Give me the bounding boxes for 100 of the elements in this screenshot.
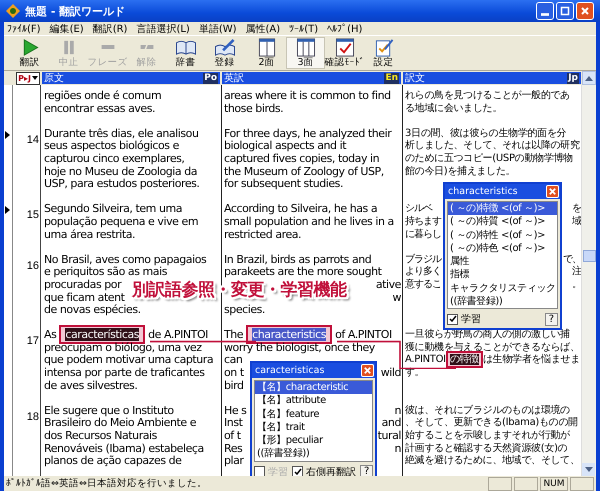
status-panel: NUM — [540, 476, 568, 490]
text-line: seus aspectos biológicos e — [44, 140, 179, 153]
text-fragment: w — [392, 292, 401, 304]
alternative-item[interactable]: 【名】feature — [255, 408, 372, 421]
menu-item[interactable]: 単語(W) — [198, 22, 237, 36]
text-line: encontrar essas aves. — [44, 102, 156, 116]
alternative-item[interactable]: 【名】attribute — [255, 394, 372, 408]
menu-item[interactable]: 言語選択(L) — [136, 22, 190, 36]
text-line: uma área restrita. — [44, 228, 136, 242]
text-fragment: Inst — [224, 417, 242, 430]
text-fragment: and — [382, 417, 401, 430]
help-button[interactable]: ? — [360, 465, 374, 476]
text-line: のために五つコピー(USPの動物学博物 — [405, 152, 573, 166]
text-fragment: 持ちます — [405, 216, 441, 228]
help-button[interactable]: ? — [544, 312, 558, 326]
checkbox-option[interactable]: 学習 — [447, 312, 481, 326]
text-fragment: He s — [224, 404, 246, 418]
text-line: de aves silvestres. — [44, 380, 138, 392]
text-line: plar — [224, 455, 244, 468]
text-line: dos Recursos Naturais — [44, 430, 157, 443]
menu-item[interactable]: 翻訳(R) — [92, 22, 128, 36]
alternative-item[interactable]: キャラクタリスティック — [448, 282, 557, 296]
toolbar-button[interactable]: 登録 — [205, 37, 244, 69]
toolbar-button[interactable]: 翻訳 — [10, 37, 49, 69]
text-line: que ficam atent — [44, 292, 125, 304]
toolbar-button[interactable]: 設定 — [364, 37, 403, 69]
text-line: 計画すると確認する天然資源彼(女)の — [405, 442, 568, 454]
column-title: 原文 — [44, 72, 64, 85]
menu-item[interactable]: ﾍﾙﾌﾟ(H) — [327, 22, 362, 34]
window-title: 無題 - 翻訳ワールド — [25, 4, 126, 18]
text-fragment: ative — [376, 278, 401, 292]
toolbar-button[interactable]: 辞書 — [166, 37, 205, 69]
text-line: No Brasil, aves como papagaios — [44, 254, 206, 266]
alternative-item[interactable]: ( ～の)特色 <(of ～)> — [448, 242, 557, 256]
text-line: que podem motivar uma captura — [44, 354, 214, 368]
status-message: ﾎﾟﾙﾄｶﾞﾙ語⇔英語⇔日本語対応を行いました。 — [6, 477, 208, 490]
alternative-item[interactable]: ((辞書登録)) — [448, 295, 557, 308]
popup-title: characteristics — [448, 186, 518, 197]
text-line: procuradas por — [44, 278, 122, 292]
text-line: captured fives copies, today in — [224, 152, 380, 166]
text-line: 絶滅を避けるために、地域で、そして、 — [405, 455, 580, 468]
menu-item[interactable]: ﾌｧｲﾙ(F) — [7, 22, 41, 34]
text-line: A.PINTOI の特徴 は生物学者を悩ませま — [405, 354, 580, 368]
menu-item[interactable]: ﾂｰﾙ(T) — [289, 22, 318, 34]
language-badge: En — [384, 72, 399, 84]
text-line: Ele sugere que o Instituto — [44, 404, 174, 418]
text-fragment: で、 — [563, 254, 581, 266]
text-line: hoje no Museu de Zoologia da — [44, 166, 198, 178]
text-line: capturou cinco exemplares, — [44, 152, 184, 166]
text-fragment: wild — [380, 367, 401, 380]
text-line: 彼は、それにブラジルのものは環境の — [405, 404, 570, 416]
toolbar-button[interactable]: 確認ﾓｰﾄﾞ — [325, 37, 364, 69]
text-fragment: ブラジル — [405, 254, 441, 266]
text-line: 3日の間、彼は彼らの生物学的面を分 — [405, 128, 566, 140]
text-line: れらの鳥を見つけることが一般的であ — [405, 90, 570, 102]
text-line: す。 — [405, 367, 424, 380]
menu-item[interactable]: 属性(A) — [246, 22, 280, 36]
text-fragment: 。 — [572, 278, 581, 292]
text-line: planos de ação capazes de — [44, 455, 182, 468]
text-line: de novas espécies. — [44, 304, 141, 317]
text-line: species. — [224, 304, 265, 317]
text-fragment: tural — [378, 430, 401, 443]
text-line: For three days, he analyzed their — [224, 128, 392, 140]
checkbox-option[interactable]: 右側再翻訳 — [292, 464, 356, 476]
text-line: the Museum of Zoology of USP, — [224, 166, 384, 178]
text-fragment: n — [394, 442, 401, 456]
text-line: e periquitos são as mais — [44, 266, 167, 279]
toolbar-button[interactable]: 2面 — [247, 37, 286, 69]
text-line: bird — [224, 380, 244, 392]
alternative-item[interactable]: 属性 — [448, 255, 557, 268]
text-fragment: Res — [224, 442, 242, 456]
text-line: USP, para estudos posteriores. — [44, 178, 200, 191]
alternative-item[interactable]: 【名】characteristic — [255, 381, 372, 394]
direction-dropdown[interactable]: P▸J — [16, 72, 40, 84]
toolbar-button[interactable]: 3面 — [286, 37, 325, 69]
text-line: intensa por parte de traficantes — [44, 367, 205, 380]
menu-item[interactable]: 編集(E) — [50, 22, 84, 36]
text-fragment: 注 — [572, 266, 581, 279]
text-line: worry the biologist, once they — [224, 342, 375, 354]
row-number: 17 — [26, 335, 39, 348]
text-line: 始することを示唆しますそれが行動が — [405, 430, 570, 442]
alternative-item[interactable]: ( ～の)特質 <(of ～)> — [448, 215, 557, 229]
text-line: biological aspects and it — [224, 140, 346, 153]
alternative-item[interactable]: 【名】trait — [255, 420, 372, 434]
language-badge: Jp — [567, 72, 579, 84]
text-line: população pequena e vive em — [44, 216, 198, 229]
text-fragment: 域 — [572, 216, 581, 229]
text-line: those birds. — [224, 102, 284, 116]
alternative-item[interactable]: 【形】peculiar — [255, 434, 372, 448]
text-line: Renováveis (Ibama) estabeleça — [44, 442, 204, 456]
text-line: preocupam o biólogo, uma vez — [44, 342, 202, 354]
alternative-item[interactable]: ((辞書登録)) — [255, 447, 372, 461]
alternative-item[interactable]: ( ～の)特性 <(of ～)> — [448, 228, 557, 242]
alternative-item[interactable]: 指標 — [448, 268, 557, 282]
highlighted-word[interactable]: の特徴 — [446, 351, 483, 368]
alternative-item[interactable]: ( ～の)特徴 <(of ～)> — [448, 202, 557, 216]
text-line: Segundo Silveira, tem uma — [44, 203, 182, 216]
row-number: 16 — [26, 260, 39, 272]
column-title: 英訳 — [224, 72, 244, 85]
popup-title: caracteristicas — [255, 365, 324, 376]
